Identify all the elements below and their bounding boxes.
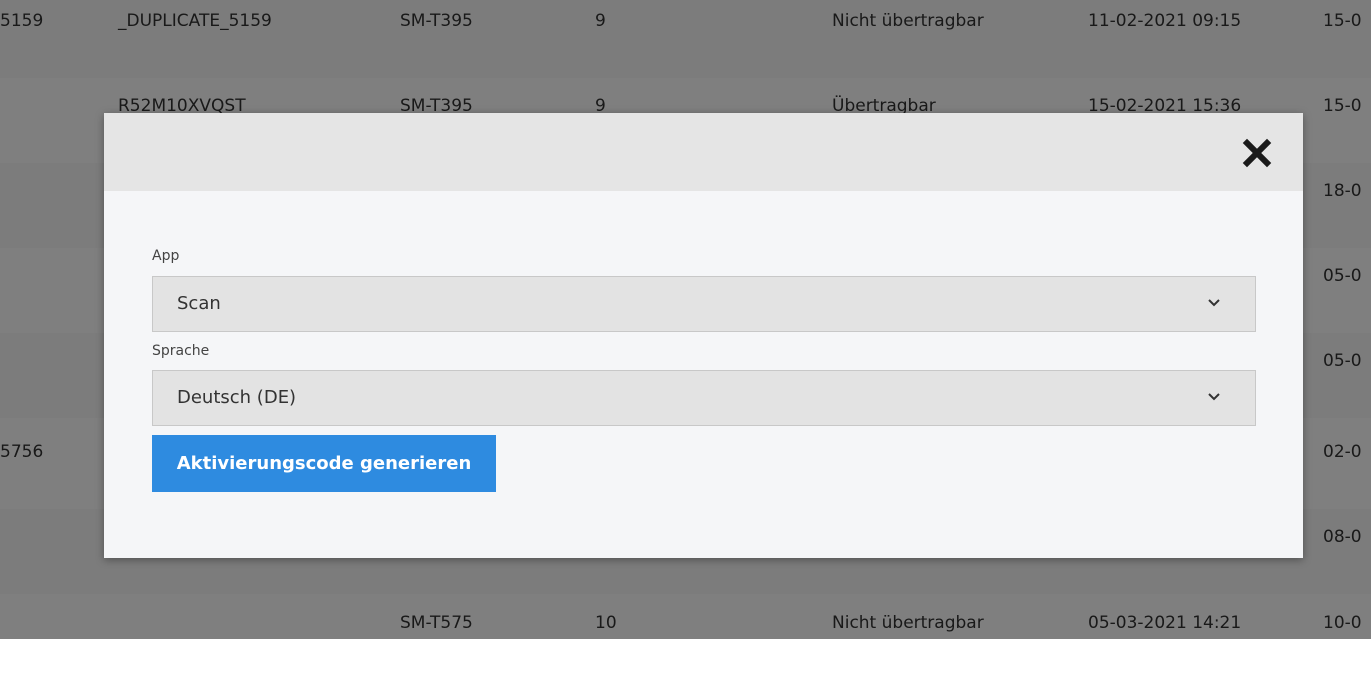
generate-activation-code-button[interactable]: Aktivierungscode generieren	[152, 435, 496, 492]
dialog-header	[104, 113, 1303, 191]
app-select[interactable]: Scan	[152, 276, 1256, 332]
language-label: Sprache	[152, 343, 210, 359]
activation-code-dialog: App Scan Sprache Deutsch (DE) Aktivierun…	[104, 113, 1303, 558]
app-label: App	[152, 248, 180, 264]
close-button[interactable]	[1239, 135, 1275, 171]
chevron-down-icon	[1208, 299, 1220, 307]
language-select[interactable]: Deutsch (DE)	[152, 370, 1256, 426]
app-select-value: Scan	[177, 293, 221, 314]
chevron-down-icon	[1208, 393, 1220, 401]
close-icon	[1242, 138, 1272, 168]
language-select-value: Deutsch (DE)	[177, 387, 297, 408]
